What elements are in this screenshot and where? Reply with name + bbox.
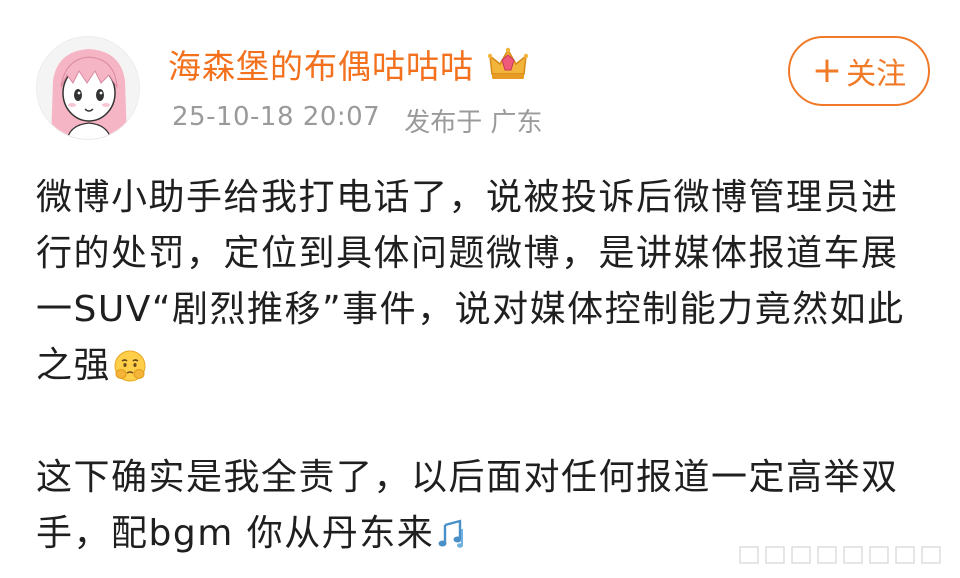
worried-face-emoji-icon (113, 344, 147, 382)
username[interactable]: 海森堡的布偶咕咕咕 (168, 40, 474, 88)
crown-badge-icon[interactable] (486, 46, 530, 82)
weibo-post: 海森堡的布偶咕咕咕 25-10-18 20:07 发布于 广东 + 关注 微博小 (0, 0, 960, 578)
post-meta: 25-10-18 20:07 发布于 广东 (172, 102, 542, 139)
plus-icon: + (811, 50, 843, 91)
post-location: 发布于 广东 (404, 108, 543, 138)
anime-girl-avatar-icon (37, 37, 139, 139)
post-header: 海森堡的布偶咕咕咕 25-10-18 20:07 发布于 广东 + 关注 (36, 36, 932, 146)
post-text-1: 微博小助手给我打电话了，说被投诉后微博管理员进行的处罚，定位到具体问题微博，是讲… (36, 177, 905, 386)
follow-button[interactable]: + 关注 (788, 36, 930, 106)
post-time: 25-10-18 20:07 (172, 102, 381, 132)
post-paragraph-1: 微博小助手给我打电话了，说被投诉后微博管理员进行的处罚，定位到具体问题微博，是讲… (36, 170, 926, 394)
username-row: 海森堡的布偶咕咕咕 (168, 40, 530, 88)
watermark (736, 542, 946, 568)
avatar[interactable] (36, 36, 140, 140)
music-notes-emoji-icon (436, 512, 470, 548)
follow-label: 关注 (846, 57, 907, 92)
post-content: 微博小助手给我打电话了，说被投诉后微博管理员进行的处罚，定位到具体问题微博，是讲… (36, 170, 926, 562)
